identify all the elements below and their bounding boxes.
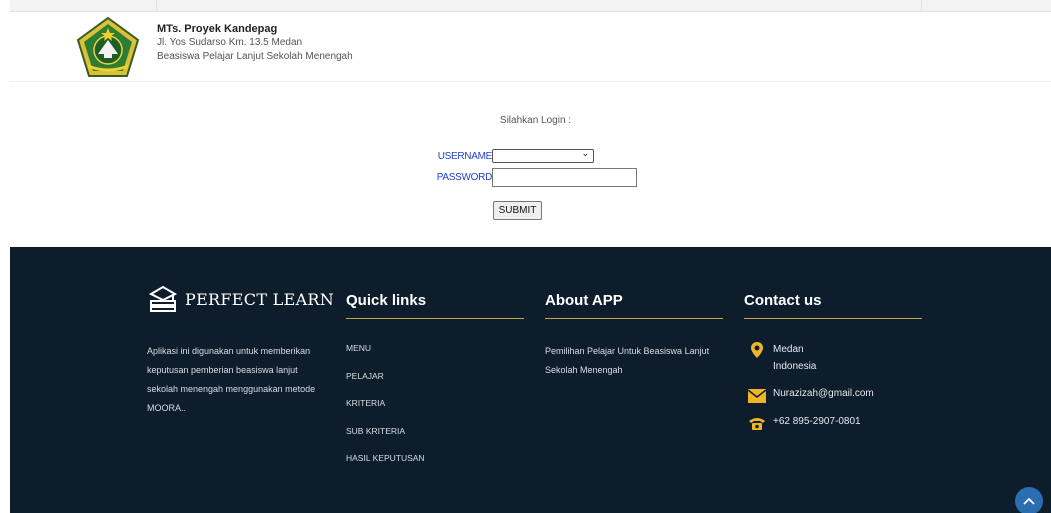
brand-name: PERFECT LEARN [185, 289, 335, 309]
password-label: PASSWORD [436, 171, 493, 183]
location-pin-icon [747, 341, 767, 359]
phone-icon [747, 413, 767, 431]
email-icon [747, 385, 767, 403]
contact-divider [744, 318, 922, 319]
username-select[interactable]: ⌄ [492, 148, 594, 163]
quick-links-list: MENU PELAJAR KRITERIA SUB KRITERIA HASIL… [346, 341, 425, 479]
quick-link-hasil-keputusan[interactable]: HASIL KEPUTUSAN [346, 451, 425, 479]
login-prompt: Silahkan Login : [499, 115, 572, 126]
username-label: USERNAME [437, 150, 493, 162]
school-logo-icon[interactable] [74, 16, 142, 78]
submit-button[interactable]: SUBMIT [493, 201, 542, 220]
contact-title: Contact us [744, 292, 822, 309]
quick-link-menu[interactable]: MENU [346, 341, 425, 369]
quick-links-divider [346, 318, 524, 319]
password-field[interactable] [492, 167, 637, 187]
chevron-up-icon [1023, 497, 1035, 505]
quick-link-pelajar[interactable]: PELAJAR [346, 369, 425, 397]
contact-email: Nurazizah@gmail.com [747, 385, 874, 403]
header-text: MTs. Proyek Kandepag Jl. Yos Sudarso Km.… [157, 22, 353, 64]
about-app-text: Pemilihan Pelajar Untuk Beasiswa Lanjut … [545, 346, 710, 375]
site-header: MTs. Proyek Kandepag Jl. Yos Sudarso Km.… [10, 12, 1051, 82]
contact-list: Medan Indonesia Nurazizah@gmail.com +62 … [747, 341, 874, 441]
about-app-divider [545, 318, 723, 319]
about-description: Aplikasi ini digunakan untuk memberikan … [147, 346, 316, 413]
contact-location: Medan Indonesia [747, 341, 874, 375]
quick-link-sub-kriteria[interactable]: SUB KRITERIA [346, 424, 425, 452]
quick-link-kriteria[interactable]: KRITERIA [346, 396, 425, 424]
scroll-to-top-button[interactable] [1015, 487, 1043, 513]
school-address: Jl. Yos Sudarso Km. 13.5 Medan [157, 37, 303, 48]
top-strip [10, 0, 1051, 12]
email-address[interactable]: Nurazizah@gmail.com [773, 385, 874, 402]
school-name: MTs. Proyek Kandepag [157, 23, 278, 35]
site-footer: PERFECT LEARN Aplikasi ini digunakan unt… [10, 247, 1051, 513]
location-city: Medan [773, 344, 804, 355]
about-app-title: About APP [545, 292, 623, 309]
chevron-down-icon: ⌄ [581, 148, 589, 158]
footer-brand: PERFECT LEARN [147, 284, 334, 314]
location-country: Indonesia [773, 361, 817, 372]
contact-phone: +62 895-2907-0801 [747, 413, 874, 431]
header-subtitle: Beasiswa Pelajar Lanjut Sekolah Menengah [157, 51, 353, 62]
quick-links-title: Quick links [346, 292, 427, 309]
login-form: USERNAME ⌄ PASSWORD [429, 147, 637, 189]
phone-number[interactable]: +62 895-2907-0801 [773, 413, 861, 430]
book-stack-icon [148, 285, 178, 312]
